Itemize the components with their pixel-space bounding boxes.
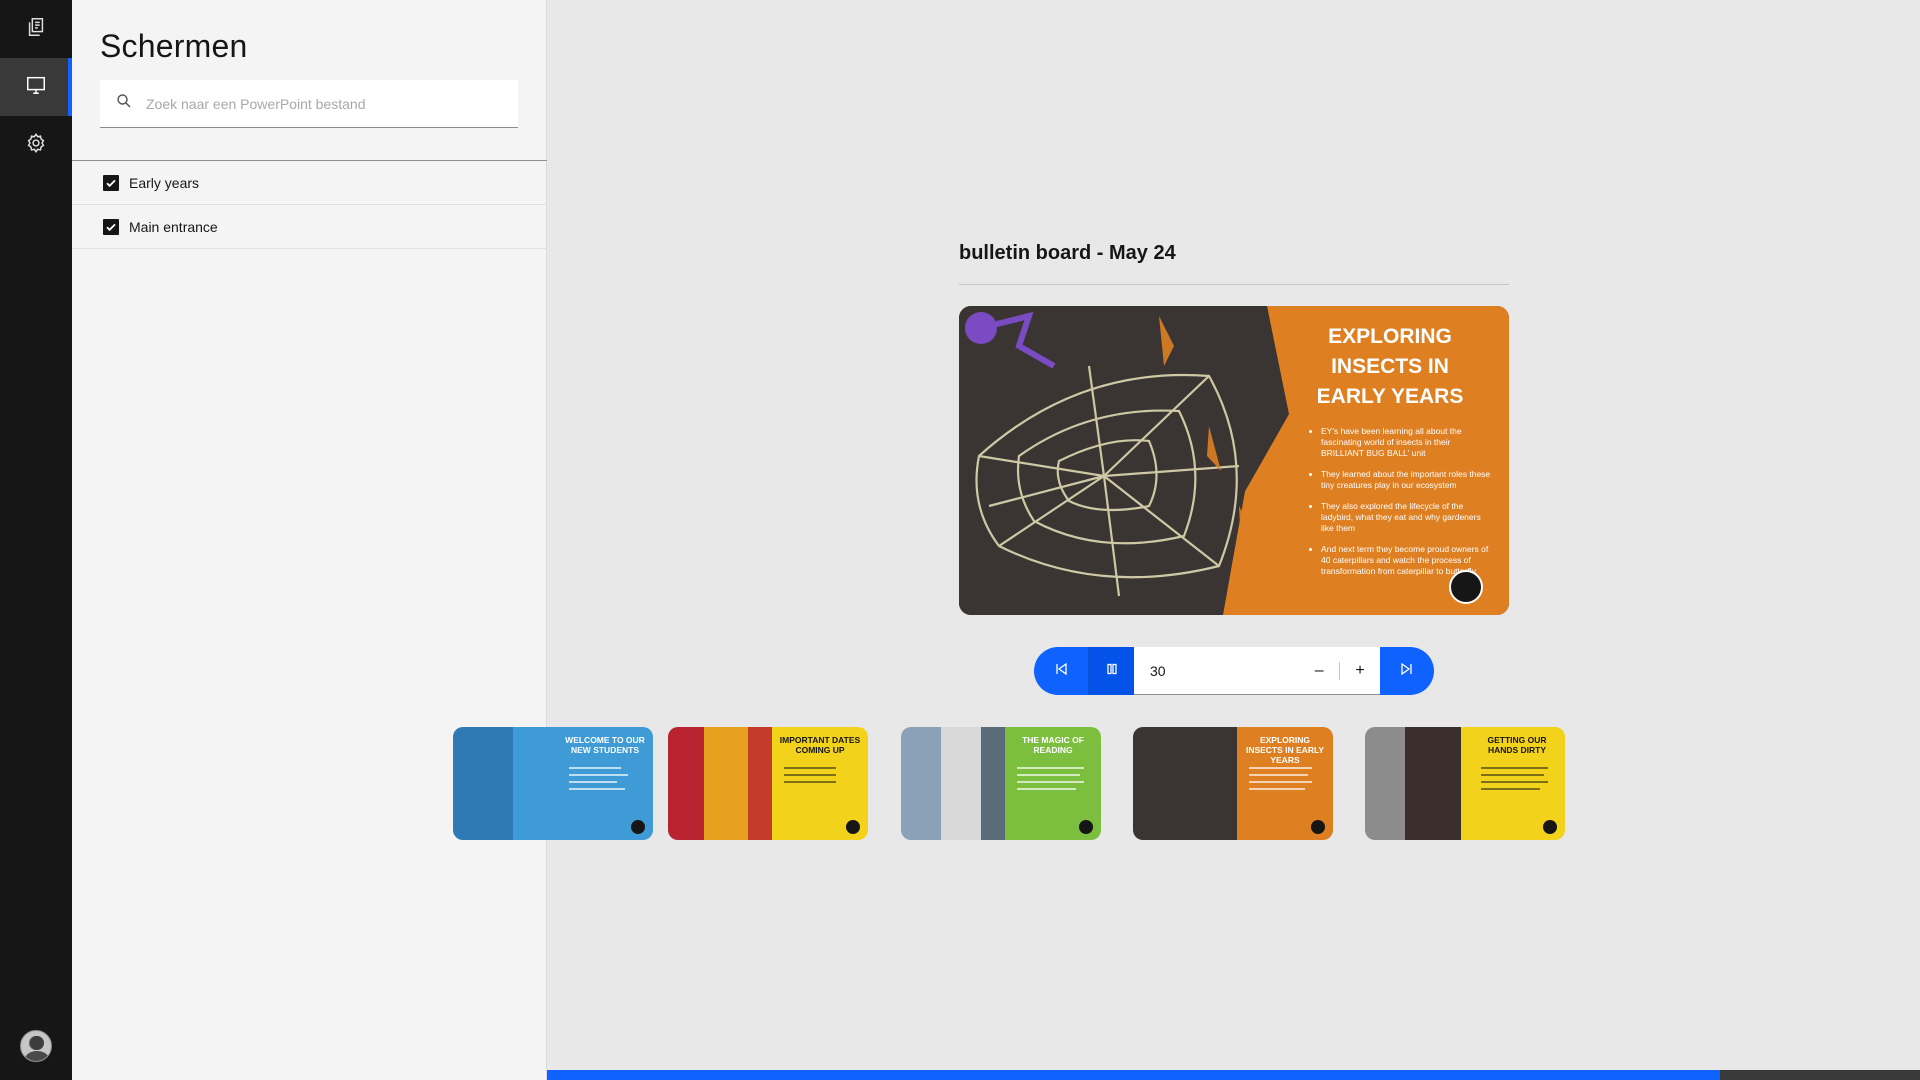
user-avatar[interactable]	[20, 1030, 52, 1062]
panel-title: Schermen	[100, 28, 248, 64]
pause-button[interactable]	[1088, 647, 1134, 695]
screen-label: Main entrance	[129, 218, 218, 235]
screens-panel: Schermen Early years Main entrance	[72, 0, 547, 1080]
slide-thumbnail[interactable]: EXPLORING INSECTS IN EARLY YEARS	[1133, 727, 1333, 840]
slide-thumbnail[interactable]: WELCOME TO OUR NEW STUDENTS	[453, 727, 653, 840]
interval-value[interactable]: 30	[1150, 663, 1299, 679]
search-icon	[100, 93, 146, 114]
slide-thumbnail[interactable]: GETTING OUR HANDS DIRTY	[1365, 727, 1565, 840]
increment-button[interactable]: +	[1340, 647, 1380, 695]
thumbnail-title: EXPLORING INSECTS IN EARLY YEARS	[1245, 735, 1325, 765]
rail-item-settings[interactable]	[0, 116, 72, 174]
progress-fill	[547, 1070, 1720, 1080]
school-logo	[1079, 820, 1093, 834]
playback-controls: 30 – +	[1034, 647, 1434, 695]
thumbnail-text-lines	[1017, 767, 1091, 795]
screen-checkbox[interactable]	[103, 174, 119, 191]
thumbnail-text-lines	[1481, 767, 1555, 795]
thumbnail-title: THE MAGIC OF READING	[1022, 735, 1084, 755]
slide-thumbnail[interactable]: THE MAGIC OF READING	[901, 727, 1101, 840]
thumbnail-text-lines	[1249, 767, 1323, 795]
school-logo	[1449, 570, 1483, 604]
screen-item-early-years[interactable]: Early years	[72, 161, 547, 205]
search-box	[100, 80, 518, 128]
settings-icon	[25, 132, 47, 159]
school-logo	[1311, 820, 1325, 834]
thumbnail-text-lines	[569, 767, 643, 795]
monitor-icon	[25, 74, 47, 101]
slide-bullet: They learned about the important roles t…	[1321, 469, 1491, 491]
slide-thumbnail[interactable]: IMPORTANT DATES COMING UP	[668, 727, 868, 840]
slide-bullets: EY's have been learning all about the fa…	[1311, 426, 1491, 587]
school-logo	[846, 820, 860, 834]
slide-heading: EXPLORING INSECTS IN EARLY YEARS	[1316, 325, 1464, 408]
slide-bullet: They also explored the lifecycle of the …	[1321, 501, 1491, 534]
thumbnail-title: WELCOME TO OUR NEW STUDENTS	[565, 735, 645, 755]
slide-bullet: EY's have been learning all about the fa…	[1321, 426, 1491, 459]
thumbnail-text-lines	[784, 767, 858, 788]
previous-slide-button[interactable]	[1034, 647, 1088, 695]
search-input[interactable]	[146, 95, 506, 112]
screen-item-main-entrance[interactable]: Main entrance	[72, 205, 547, 249]
screen-checkbox[interactable]	[103, 218, 119, 235]
skip-back-icon	[1053, 661, 1069, 682]
rail-item-files[interactable]	[0, 0, 72, 58]
left-rail	[0, 0, 72, 1080]
next-slide-button[interactable]	[1380, 647, 1434, 695]
title-divider	[959, 284, 1509, 285]
presentation-title: bulletin board - May 24	[959, 242, 1176, 264]
pause-icon	[1104, 661, 1120, 682]
rail-item-screens[interactable]	[0, 58, 72, 116]
school-logo	[631, 820, 645, 834]
school-logo	[1543, 820, 1557, 834]
current-slide-preview: EXPLORING INSECTS IN EARLY YEARS EY's ha…	[959, 306, 1509, 615]
interval-number-input[interactable]: 30 – +	[1134, 647, 1380, 695]
slide-progress-bar	[547, 1070, 1920, 1080]
thumbnail-title: IMPORTANT DATES COMING UP	[779, 735, 861, 755]
skip-forward-icon	[1399, 661, 1415, 682]
copy-icon	[25, 16, 47, 43]
main-area: bulletin board - May 24 EXPLORING INSECT…	[453, 0, 1920, 1080]
screen-label: Early years	[129, 174, 200, 191]
thumbnail-title: GETTING OUR HANDS DIRTY	[1487, 735, 1547, 755]
decrement-button[interactable]: –	[1299, 647, 1339, 695]
